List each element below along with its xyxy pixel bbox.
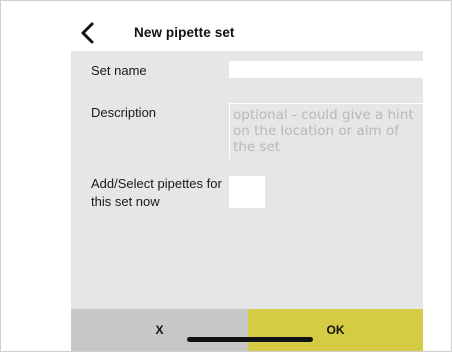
form-panel: Set name Description Add/Select pipettes… [71,51,423,309]
home-indicator [187,337,313,342]
back-button[interactable] [77,20,99,46]
cancel-button[interactable]: X [71,309,248,351]
add-pipettes-checkbox[interactable] [229,176,265,208]
ok-button[interactable]: OK [248,309,423,351]
add-pipettes-label: Add/Select pipettes for this set now [91,176,222,209]
set-name-input[interactable] [229,61,423,78]
chevron-left-icon [81,22,94,44]
set-name-label: Set name [91,63,147,78]
description-input[interactable] [229,103,423,159]
page-title: New pipette set [134,25,235,40]
header: New pipette set [71,17,423,51]
description-label: Description [91,105,157,120]
dialog-frame: New pipette set Set name Description Add… [0,0,452,352]
